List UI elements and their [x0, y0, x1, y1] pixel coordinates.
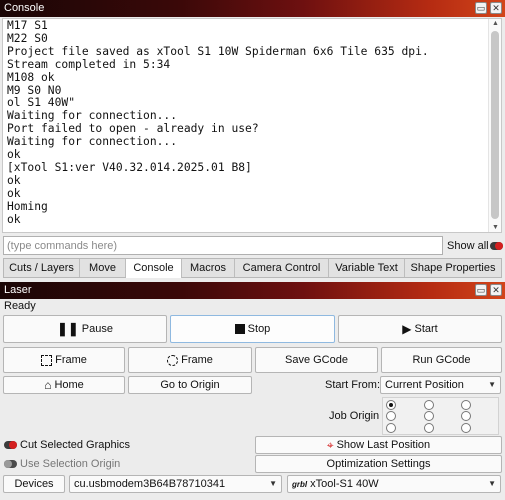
- start-label: Start: [414, 323, 438, 335]
- devices-label: Devices: [14, 478, 54, 490]
- panel-tabs: Cuts / Layers Move Console Macros Camera…: [3, 258, 502, 278]
- job-origin-grid: [382, 397, 499, 435]
- laser-title: Laser: [4, 284, 32, 296]
- console-line: Waiting for connection...: [7, 135, 178, 149]
- origin-radio-bottom-right[interactable]: [461, 423, 471, 433]
- pause-icon: ❚❚: [57, 321, 79, 336]
- scrollbar-thumb[interactable]: [491, 31, 499, 219]
- origin-radio-top-left[interactable]: [386, 400, 396, 410]
- device-select[interactable]: grbl xTool-S1 40W ▼: [287, 475, 501, 493]
- run-gcode-label: Run GCode: [412, 354, 471, 366]
- play-icon: ▶: [402, 322, 412, 336]
- go-to-origin-button[interactable]: Go to Origin: [128, 376, 252, 394]
- console-log: M17 S1 M22 S0 Project file saved as xTool …: [7, 19, 429, 227]
- port-value: cu.usbmodem3B64B78710341: [74, 478, 226, 490]
- device-value: xTool-S1 40W: [310, 478, 379, 490]
- console-output: M17 S1 M22 S0 Project file saved as xTool …: [2, 18, 502, 233]
- tab-shape-properties[interactable]: Shape Properties: [405, 259, 501, 277]
- tab-cuts-layers[interactable]: Cuts / Layers: [4, 259, 80, 277]
- tab-variable-text[interactable]: Variable Text: [329, 259, 405, 277]
- chevron-down-icon: ▼: [488, 479, 496, 488]
- frame-circle-icon: [167, 354, 179, 366]
- origin-radio-center[interactable]: [424, 411, 434, 421]
- crosshair-icon: ⌖: [326, 437, 334, 452]
- console-line: ok: [7, 212, 21, 226]
- console-line: M108 ok: [7, 70, 55, 84]
- collapse-icon[interactable]: ▭: [475, 284, 487, 296]
- tab-macros[interactable]: Macros: [182, 259, 235, 277]
- show-all-label: Show all: [447, 240, 489, 252]
- home-label: Home: [54, 379, 84, 391]
- origin-radio-bottom-left[interactable]: [386, 423, 396, 433]
- start-button[interactable]: ▶ Start: [338, 315, 502, 343]
- frame-circle-button[interactable]: Frame: [128, 347, 252, 373]
- origin-radio-middle-right[interactable]: [461, 411, 471, 421]
- console-line: Project file saved as xTool S1 10W Spide…: [7, 44, 429, 58]
- console-line: ok: [7, 173, 21, 187]
- origin-radio-top-right[interactable]: [461, 400, 471, 410]
- cut-selected-label: Cut Selected Graphics: [20, 439, 131, 451]
- origin-radio-top-center[interactable]: [424, 400, 434, 410]
- close-icon[interactable]: ✕: [490, 284, 502, 296]
- laser-status: Ready: [4, 300, 36, 312]
- console-title: Console: [4, 2, 45, 14]
- devices-button[interactable]: Devices: [3, 475, 65, 493]
- save-gcode-label: Save GCode: [285, 354, 348, 366]
- show-last-position-label: Show Last Position: [336, 439, 431, 451]
- grbl-logo: grbl: [292, 480, 308, 489]
- optimization-settings-label: Optimization Settings: [326, 458, 431, 470]
- console-line: Stream completed in 5:34: [7, 57, 171, 71]
- port-select[interactable]: cu.usbmodem3B64B78710341 ▼: [69, 475, 282, 493]
- use-selection-origin-label: Use Selection Origin: [20, 458, 121, 470]
- frame-circle-label: Frame: [181, 354, 213, 366]
- tab-move[interactable]: Move: [80, 259, 126, 277]
- laser-titlebar: Laser ▭ ✕: [0, 282, 505, 299]
- origin-radio-middle-left[interactable]: [386, 411, 396, 421]
- go-to-origin-label: Go to Origin: [160, 379, 220, 391]
- stop-button[interactable]: Stop: [170, 315, 335, 343]
- stop-label: Stop: [247, 323, 271, 335]
- save-gcode-button[interactable]: Save GCode: [255, 347, 378, 373]
- cut-selected-toggle[interactable]: [4, 441, 17, 449]
- console-line: M17 S1: [7, 19, 48, 32]
- frame-rectangle-label: Frame: [55, 354, 87, 366]
- optimization-settings-button[interactable]: Optimization Settings: [255, 455, 502, 473]
- home-button[interactable]: ⌂ Home: [3, 376, 125, 394]
- run-gcode-button[interactable]: Run GCode: [381, 347, 502, 373]
- tab-console[interactable]: Console: [126, 259, 182, 278]
- start-from-label: Start From:: [325, 379, 381, 391]
- scroll-down-icon[interactable]: ▼: [492, 224, 499, 231]
- chevron-down-icon: ▼: [488, 380, 496, 389]
- console-line: Homing: [7, 199, 48, 213]
- console-scrollbar[interactable]: ▲ ▼: [488, 19, 501, 232]
- stop-icon: [234, 324, 245, 334]
- chevron-down-icon: ▼: [269, 479, 277, 488]
- collapse-icon[interactable]: ▭: [475, 2, 487, 14]
- console-line: M22 S0: [7, 31, 48, 45]
- start-from-select[interactable]: Current Position ▼: [380, 376, 501, 394]
- start-from-value: Current Position: [385, 379, 464, 391]
- console-line: ok: [7, 186, 21, 200]
- home-icon: ⌂: [44, 378, 52, 392]
- tab-camera-control[interactable]: Camera Control: [235, 259, 329, 277]
- show-last-position-button[interactable]: ⌖ Show Last Position: [255, 436, 502, 454]
- command-input[interactable]: [3, 236, 443, 255]
- console-titlebar: Console ▭ ✕: [0, 0, 505, 17]
- frame-rectangle-icon: [41, 354, 53, 366]
- pause-button[interactable]: ❚❚ Pause: [3, 315, 167, 343]
- frame-rectangle-button[interactable]: Frame: [3, 347, 125, 373]
- scroll-up-icon[interactable]: ▲: [492, 20, 499, 27]
- console-line: [xTool S1:ver V40.32.014.2025.01 B8]: [7, 160, 252, 174]
- use-selection-origin-toggle[interactable]: [4, 460, 17, 468]
- job-origin-label: Job Origin: [329, 410, 380, 422]
- close-icon[interactable]: ✕: [490, 2, 502, 14]
- show-all-toggle[interactable]: [490, 242, 503, 250]
- pause-label: Pause: [81, 323, 113, 335]
- origin-radio-bottom-center[interactable]: [424, 423, 434, 433]
